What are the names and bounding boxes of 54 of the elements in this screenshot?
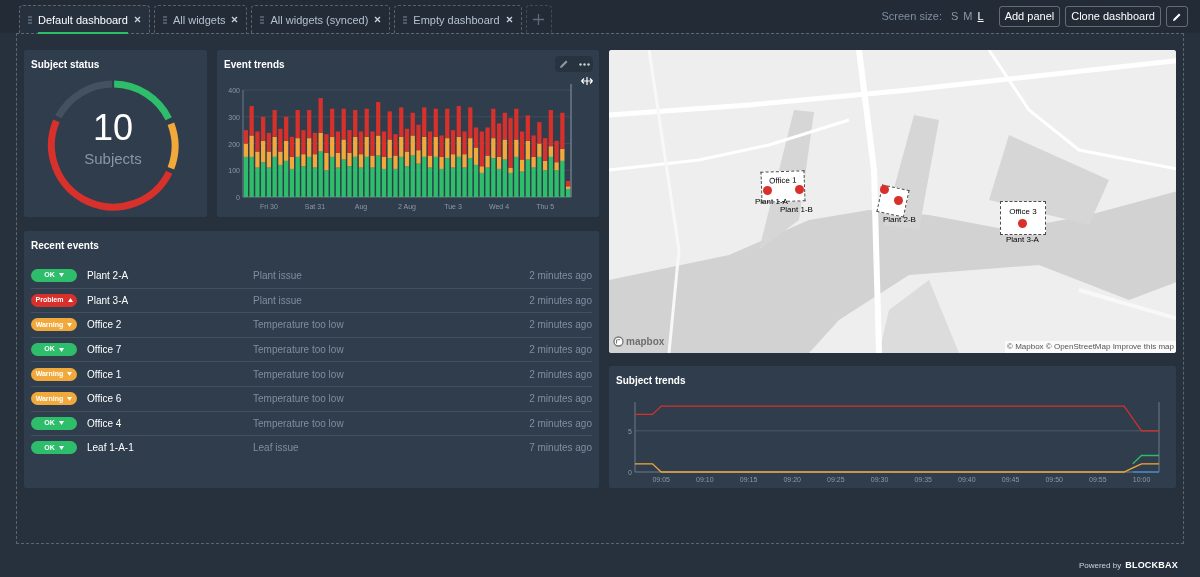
event-time: 7 minutes ago xyxy=(529,441,592,456)
panel-title: Subject status xyxy=(30,58,101,72)
event-description: Temperature too low xyxy=(253,416,345,431)
event-description: Leaf issue xyxy=(253,441,300,456)
panel-title: Subject trends xyxy=(615,374,687,388)
tab-label: Default dashboard xyxy=(38,5,128,34)
marker-label: Plant 2-B xyxy=(883,214,916,226)
tab-label: Empty dashboard xyxy=(413,12,500,28)
subject-name: Plant 2-A xyxy=(87,268,130,283)
tab-label: All widgets (synced) xyxy=(270,12,369,28)
subject-name: Office 1 xyxy=(87,367,123,382)
marker-label: Plant 1-A xyxy=(755,196,788,207)
event-time: 2 minutes ago xyxy=(529,268,592,283)
map-logo-text: mapbox xyxy=(626,335,665,349)
dashboard-tab[interactable]: All widgets (synced) xyxy=(251,5,391,33)
subject-name: Plant 3-A xyxy=(87,293,130,308)
dashboard-tab[interactable]: All widgets xyxy=(153,5,248,33)
map-attribution[interactable]: © Mapbox © OpenStreetMap Improve this map xyxy=(1005,341,1176,353)
toolbar-button[interactable]: Add panel xyxy=(998,6,1061,27)
event-description: Temperature too low xyxy=(253,367,345,382)
subject-name: Office 6 xyxy=(87,392,123,407)
dashboard-tab[interactable]: Empty dashboard xyxy=(394,5,522,33)
brand-logo-text: BLOCKBAX xyxy=(1125,559,1178,572)
size-option[interactable]: S xyxy=(951,8,959,25)
building-label: Office 3 xyxy=(1009,206,1037,218)
building-label: Office 1 xyxy=(768,174,797,188)
event-time: 2 minutes ago xyxy=(529,318,592,333)
event-time: 2 minutes ago xyxy=(529,293,592,308)
subject-name: Office 7 xyxy=(87,343,123,358)
event-description: Plant issue xyxy=(253,293,303,308)
event-description: Plant issue xyxy=(253,268,303,283)
subject-label: Subjects xyxy=(84,149,142,169)
screen-size-label: Screen size: xyxy=(881,9,942,25)
panel-title: Event trends xyxy=(223,58,286,72)
marker-label: Plant 3-A xyxy=(1006,234,1039,246)
subject-name: Leaf 1-A-1 xyxy=(87,441,135,456)
size-option[interactable]: L xyxy=(977,8,984,25)
event-description: Temperature too low xyxy=(253,343,345,358)
event-time: 2 minutes ago xyxy=(529,343,592,358)
dashboard-tab[interactable]: Default dashboard xyxy=(19,5,150,33)
marker-label: Plant 1-B xyxy=(780,204,813,216)
size-option[interactable]: M xyxy=(963,8,973,25)
subject-name: Office 2 xyxy=(87,318,123,333)
event-time: 2 minutes ago xyxy=(529,416,592,431)
tab-label: All widgets xyxy=(172,12,226,28)
toolbar-button[interactable]: Clone dashboard xyxy=(1065,6,1161,27)
event-description: Temperature too low xyxy=(253,318,345,333)
subject-count: 10 xyxy=(92,108,133,148)
powered-by-label: Powered by xyxy=(1078,559,1122,572)
panel-title: Recent events xyxy=(30,239,100,253)
event-time: 2 minutes ago xyxy=(529,392,592,407)
subject-name: Office 4 xyxy=(87,416,123,431)
event-description: Temperature too low xyxy=(253,392,345,407)
event-time: 2 minutes ago xyxy=(529,367,592,382)
